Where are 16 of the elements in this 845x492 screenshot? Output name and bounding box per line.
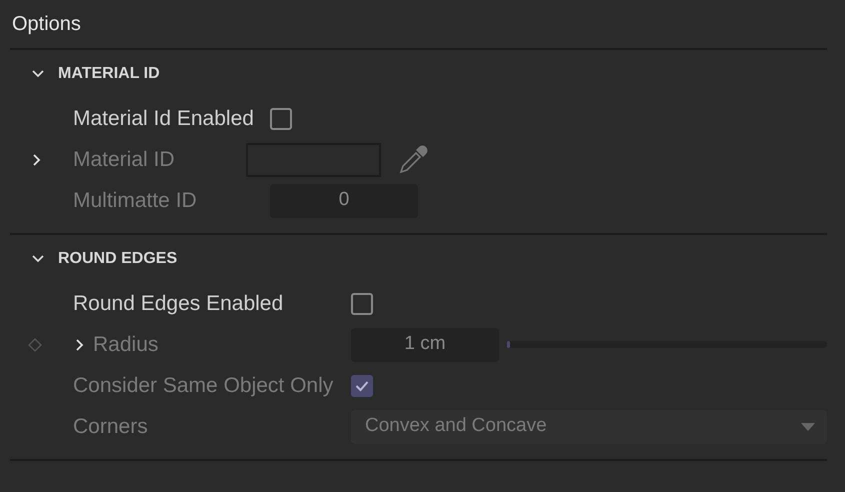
section-header: MATERIAL ID — [58, 64, 160, 84]
check-icon — [355, 380, 369, 392]
checkbox[interactable] — [270, 108, 292, 130]
section-header: ROUND EDGES — [58, 249, 178, 269]
field-label: Radius — [93, 332, 158, 358]
field-label: Material Id Enabled — [73, 106, 254, 132]
checkbox[interactable] — [351, 292, 373, 314]
panel-title: Options — [11, 12, 81, 37]
field-label: Multimatte ID — [73, 188, 197, 214]
field-label: Consider Same Object Only — [73, 372, 334, 399]
dropdown-arrow-icon — [801, 422, 815, 430]
eyedropper-icon[interactable] — [397, 144, 429, 176]
field-label: Material ID — [73, 146, 175, 173]
slider-track[interactable] — [507, 341, 827, 348]
field-label: Round Edges Enabled — [73, 290, 284, 317]
field-label: Corners — [73, 414, 148, 440]
